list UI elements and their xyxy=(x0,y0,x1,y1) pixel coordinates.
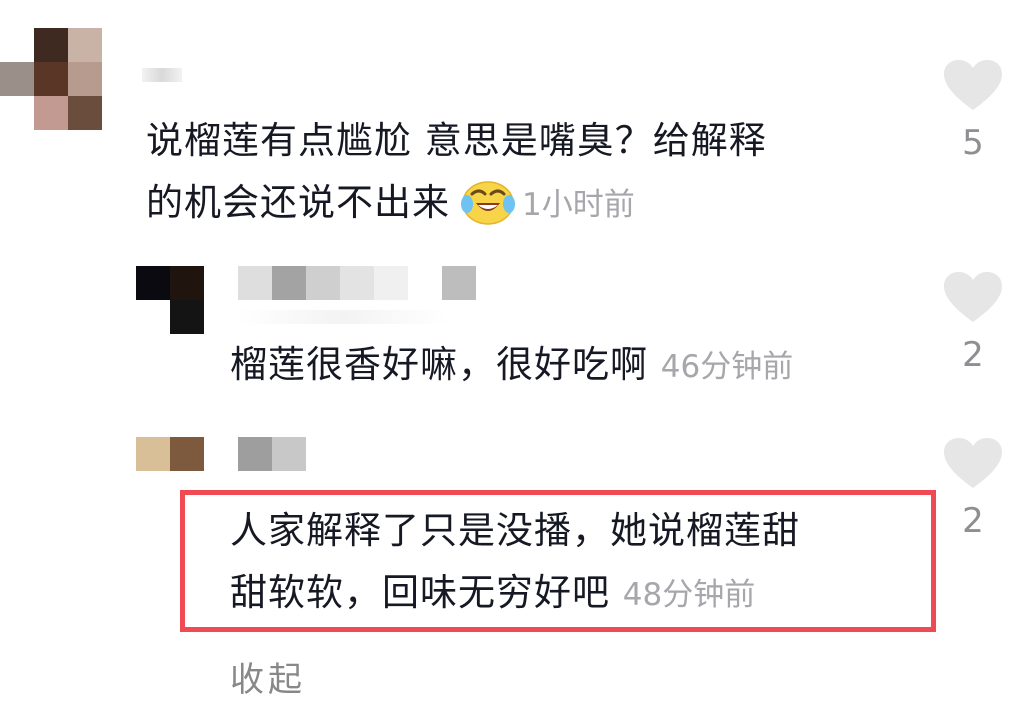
comment-line-2: 的机会还说不出来 1小时前 xyxy=(146,172,767,236)
reply-text-content: 榴莲很香好嘛，很好吃啊 xyxy=(230,343,648,386)
like-count: 2 xyxy=(962,501,984,541)
reply-text: 人家解释了只是没播，她说榴莲甜 甜软软，回味无穷好吧 48分钟前 xyxy=(230,500,800,626)
reply-username-blurred[interactable] xyxy=(238,266,510,300)
like-count: 2 xyxy=(962,335,984,375)
reply-avatar[interactable] xyxy=(136,266,204,334)
reply-time: 48分钟前 xyxy=(622,577,756,613)
reply-line-2: 甜软软，回味无穷好吧 48分钟前 xyxy=(230,562,800,626)
comment-line-2-text: 的机会还说不出来 xyxy=(146,181,450,224)
like-button[interactable]: 2 xyxy=(943,438,1003,538)
avatar[interactable] xyxy=(0,28,102,130)
heart-icon xyxy=(944,272,1002,322)
like-button[interactable]: 5 xyxy=(943,60,1003,160)
crying-laughing-face-icon xyxy=(461,181,515,225)
reply-text: 榴莲很香好嘛，很好吃啊 46分钟前 xyxy=(230,334,793,398)
comment-line-1: 说榴莲有点尴尬 意思是嘴臭？给解释 xyxy=(146,119,767,162)
collapse-button[interactable]: 收起 xyxy=(230,652,306,701)
reply-time: 46分钟前 xyxy=(660,349,794,385)
reply-line-1: 人家解释了只是没播，她说榴莲甜 xyxy=(230,509,800,552)
heart-icon xyxy=(944,60,1002,110)
username-blurred[interactable] xyxy=(142,68,182,82)
comment-text: 说榴莲有点尴尬 意思是嘴臭？给解释 的机会还说不出来 1小时前 xyxy=(146,110,767,236)
like-count: 5 xyxy=(962,123,984,163)
reply-username-blurred[interactable] xyxy=(238,437,306,471)
reply-line-2-text: 甜软软，回味无穷好吧 xyxy=(230,571,610,614)
reply-avatar[interactable] xyxy=(136,437,204,471)
comment-time: 1小时前 xyxy=(522,187,635,223)
like-button[interactable]: 2 xyxy=(943,272,1003,372)
reply-username-blurred-2 xyxy=(238,310,448,324)
heart-icon xyxy=(944,438,1002,488)
